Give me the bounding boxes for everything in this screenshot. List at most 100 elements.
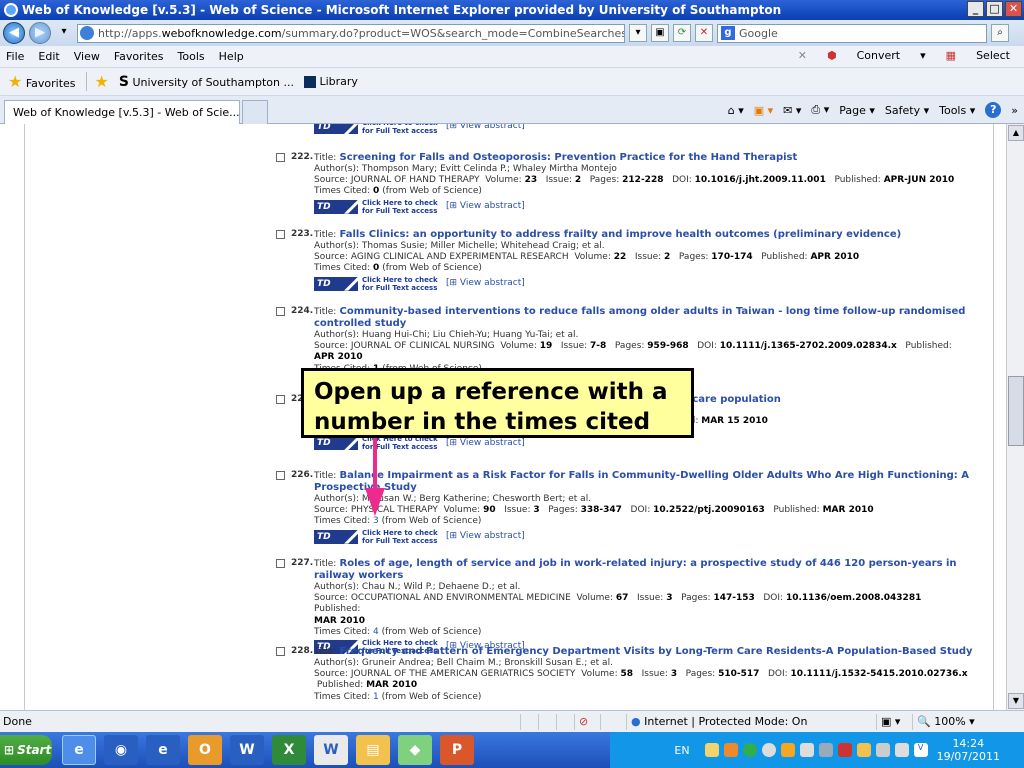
home-icon[interactable]: ⌂ ▾	[728, 104, 744, 117]
refresh-icon[interactable]: ⟳	[673, 24, 691, 42]
taskbar-ie2-icon[interactable]: e	[146, 735, 180, 765]
taskbar-ie-icon[interactable]: e	[62, 735, 96, 765]
overflow-chevron-icon[interactable]: »	[1011, 104, 1018, 117]
compatibility-view-icon[interactable]: ▣	[651, 24, 669, 42]
internet-options-icon[interactable]: ▣ ▾	[876, 713, 912, 730]
fulltext-logo-icon[interactable]: TD	[314, 529, 358, 544]
search-input[interactable]: g Google	[717, 23, 987, 43]
menu-file[interactable]: File	[6, 50, 24, 63]
safety-menu[interactable]: Safety ▾	[885, 104, 929, 117]
close-button[interactable]: ✕	[1005, 1, 1022, 17]
start-button[interactable]: ⊞ Start	[0, 735, 52, 765]
times-cited-link[interactable]: 4	[373, 627, 379, 637]
menu-tools[interactable]: Tools	[178, 50, 205, 63]
feeds-icon[interactable]: ▣ ▾	[754, 104, 773, 117]
language-indicator[interactable]: EN	[674, 744, 689, 757]
record-title-link[interactable]: Roles of age, length of service and job …	[314, 558, 957, 581]
view-abstract-link[interactable]: [⊞ View abstract]	[446, 531, 525, 542]
tray-network-icon[interactable]	[799, 743, 814, 757]
taskbar-powerpoint-icon[interactable]: P	[440, 735, 474, 765]
forward-button[interactable]: ▶	[29, 22, 51, 44]
fulltext-logo-icon[interactable]: TD	[314, 124, 358, 134]
tray-grid-icon[interactable]	[780, 743, 795, 757]
record-checkbox[interactable]	[276, 395, 285, 404]
menu-help[interactable]: Help	[219, 50, 244, 63]
record-title-link[interactable]: Balance Impairment as a Risk Factor for …	[314, 470, 969, 493]
scroll-thumb[interactable]	[1008, 376, 1024, 446]
favorite-link-library[interactable]: Library	[303, 75, 358, 88]
fulltext-logo-icon[interactable]: TD	[314, 436, 358, 451]
clock[interactable]: 14:24 19/07/2011	[937, 737, 1000, 763]
fulltext-link[interactable]: Click Here to checkfor Full Text access	[362, 199, 442, 215]
scroll-up-button[interactable]: ▲	[1008, 125, 1024, 141]
tray-security-icon[interactable]	[837, 743, 852, 757]
view-abstract-link[interactable]: [⊞ View abstract]	[446, 124, 525, 133]
tray-usb-icon[interactable]	[818, 743, 833, 757]
view-abstract-link[interactable]: [⊞ View abstract]	[446, 201, 525, 212]
tools-menu[interactable]: Tools ▾	[939, 104, 975, 117]
menu-favorites[interactable]: Favorites	[114, 50, 164, 63]
taskbar-folder-icon[interactable]: ▤	[356, 735, 390, 765]
print-icon[interactable]: ⎙ ▾	[811, 103, 829, 117]
tray-display-icon[interactable]	[875, 743, 890, 757]
tray-volume-icon[interactable]	[894, 743, 909, 757]
record-title-link[interactable]: Frequency and Pattern of Emergency Depar…	[340, 646, 973, 657]
help-icon[interactable]: ?	[985, 102, 1002, 118]
address-input[interactable]: http://apps. webofknowledge.com/summary.d…	[77, 23, 625, 43]
vertical-scrollbar[interactable]: ▲ ▼	[1006, 124, 1024, 710]
record-checkbox[interactable]	[276, 471, 285, 480]
address-dropdown-button[interactable]: ▾	[629, 24, 647, 42]
fulltext-link[interactable]: Click Here to checkfor Full Text access	[362, 124, 442, 135]
taskbar-wf-icon[interactable]: W	[314, 735, 348, 765]
search-icon[interactable]: ⌕	[991, 24, 1009, 42]
menu-edit[interactable]: Edit	[38, 50, 59, 63]
record-title-link[interactable]: Screening for Falls and Osteoporosis: Pr…	[340, 152, 798, 163]
record-checkbox[interactable]	[276, 307, 285, 316]
taskbar-notes-icon[interactable]: ◆	[398, 735, 432, 765]
select-button[interactable]: Select	[976, 49, 1010, 62]
tray-office-icon[interactable]	[723, 743, 738, 757]
minimize-button[interactable]: _	[967, 1, 984, 17]
record-checkbox[interactable]	[276, 559, 285, 568]
tab-web-of-knowledge[interactable]: Web of Knowledge [v.5.3] - Web of Scie..…	[4, 100, 240, 124]
record-authors: Author(s): Thomas Susie; Miller Michelle…	[314, 241, 605, 251]
menu-view[interactable]: View	[74, 50, 100, 63]
fulltext-logo-icon[interactable]: TD	[314, 199, 358, 214]
view-abstract-link[interactable]: [⊞ View abstract]	[446, 438, 525, 449]
back-button[interactable]: ◀	[3, 22, 25, 44]
new-tab-button[interactable]	[242, 100, 268, 124]
taskbar-outlook-icon[interactable]: O	[188, 735, 222, 765]
tray-mail-icon[interactable]	[704, 743, 719, 757]
history-dropdown-button[interactable]: ▾	[55, 24, 73, 42]
record-checkbox[interactable]	[276, 153, 285, 162]
view-abstract-link[interactable]: [⊞ View abstract]	[446, 278, 525, 289]
taskbar-word-icon[interactable]: W	[230, 735, 264, 765]
scroll-down-button[interactable]: ▼	[1008, 693, 1024, 709]
chevron-down-icon[interactable]: ▾	[920, 49, 926, 62]
page-menu[interactable]: Page ▾	[839, 104, 875, 117]
tray-sync-icon[interactable]	[742, 743, 757, 757]
add-favorite-icon[interactable]: ★	[85, 72, 109, 91]
stop-icon[interactable]: ✕	[695, 24, 713, 42]
record-title-link[interactable]: Community-based interventions to reduce …	[314, 306, 965, 329]
instruction-callout: Open up a reference with a number in the…	[301, 368, 694, 438]
maximize-button[interactable]: □	[986, 1, 1003, 17]
zoom-control[interactable]: 🔍 100% ▾	[912, 713, 979, 730]
taskbar-media-icon[interactable]: ◉	[104, 735, 138, 765]
fulltext-link[interactable]: Click Here to checkfor Full Text access	[362, 529, 442, 545]
record-checkbox[interactable]	[276, 647, 285, 656]
tray-shield-icon[interactable]	[856, 743, 871, 757]
tray-vc-icon[interactable]: V	[913, 743, 928, 757]
record-checkbox[interactable]	[276, 230, 285, 239]
fulltext-link[interactable]: Click Here to checkfor Full Text access	[362, 276, 442, 292]
convert-button[interactable]: Convert	[857, 49, 901, 62]
favorite-link-southampton[interactable]: S University of Southampton ...	[119, 74, 294, 90]
record-title-link[interactable]: Falls Clinics: an opportunity to address…	[340, 229, 902, 240]
taskbar-excel-icon[interactable]: X	[272, 735, 306, 765]
tray-clock-icon[interactable]	[761, 743, 776, 757]
close-toolbar-icon[interactable]: ✕	[798, 49, 807, 62]
mail-icon[interactable]: ✉ ▾	[783, 104, 801, 117]
favorites-button[interactable]: ★ Favorites	[8, 72, 76, 91]
fulltext-logo-icon[interactable]: TD	[314, 276, 358, 291]
times-cited-link[interactable]: 1	[373, 692, 379, 702]
